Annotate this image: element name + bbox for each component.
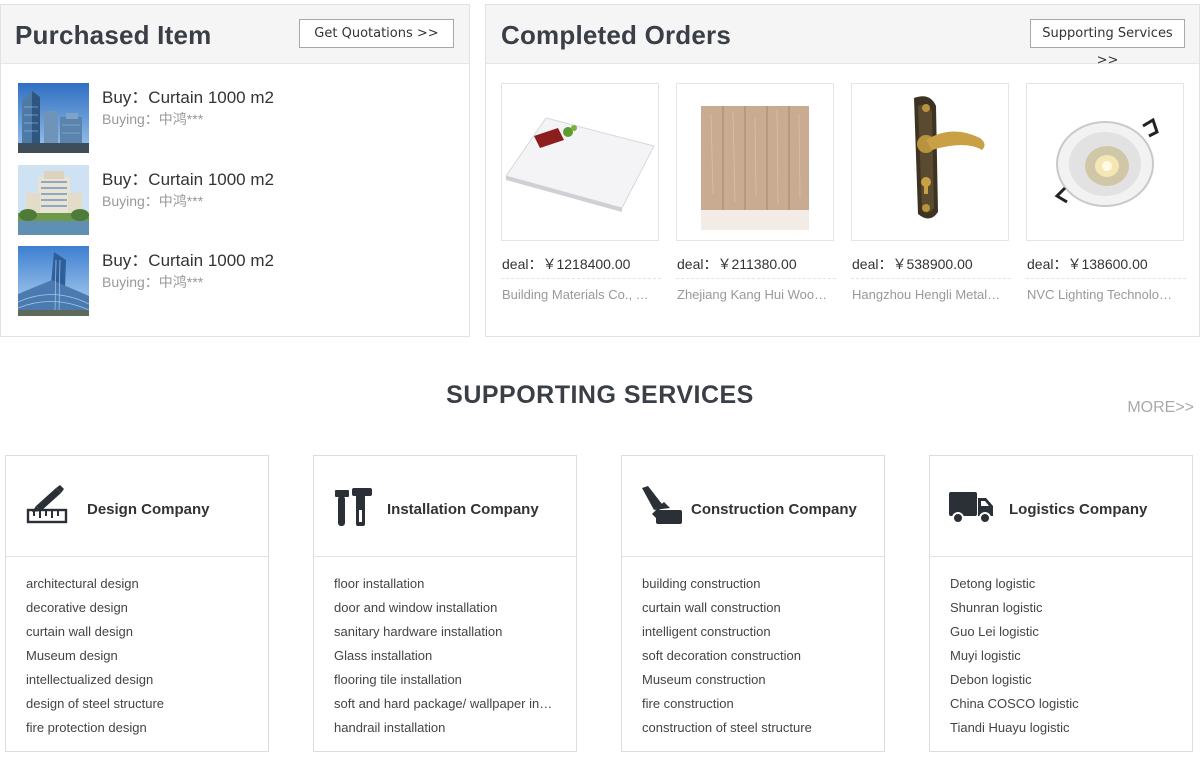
service-card-header[interactable]: Construction Company bbox=[622, 456, 884, 557]
wood-panel-product-image[interactable] bbox=[676, 83, 834, 241]
purchase-item-title[interactable]: Buy：Curtain 1000 m2 bbox=[102, 83, 274, 108]
purchase-item[interactable]: Buy：Curtain 1000 m2 Buying：中鸿*** bbox=[18, 165, 458, 235]
service-list-item[interactable]: decorative design bbox=[6, 596, 268, 620]
completed-orders-title: Completed Orders bbox=[501, 20, 732, 50]
service-card-installation: Installation Company floor installation … bbox=[313, 455, 577, 752]
purchase-item[interactable]: Buy：Curtain 1000 m2 Buying：中鸿*** bbox=[18, 83, 458, 153]
service-list-item[interactable]: Debon logistic bbox=[930, 668, 1192, 692]
service-card-header[interactable]: Installation Company bbox=[314, 456, 576, 557]
purchase-item[interactable]: Buy：Curtain 1000 m2 Buying：中鸿*** bbox=[18, 246, 458, 316]
service-list-item[interactable]: floor installation bbox=[314, 572, 576, 596]
service-card-title: Installation Company bbox=[387, 501, 539, 518]
more-link[interactable]: MORE>> bbox=[1127, 399, 1194, 417]
service-card-header[interactable]: Design Company bbox=[6, 456, 268, 557]
service-list-item[interactable]: China COSCO logistic bbox=[930, 692, 1192, 716]
glass-building-thumbnail bbox=[18, 246, 89, 316]
order-card[interactable]: deal：￥538900.00 Hangzhou Hengli Metal Pr… bbox=[851, 83, 1011, 302]
order-deal-amount: deal：￥211380.00 bbox=[676, 252, 836, 279]
service-list-item[interactable]: door and window installation bbox=[314, 596, 576, 620]
service-card-design: Design Company architectural design deco… bbox=[5, 455, 269, 752]
order-deal-amount: deal：￥538900.00 bbox=[851, 252, 1011, 279]
service-list-item[interactable]: Detong logistic bbox=[930, 572, 1192, 596]
ruler-pencil-icon bbox=[26, 484, 70, 528]
purchased-item-title: Purchased Item bbox=[15, 20, 212, 50]
service-card-title: Construction Company bbox=[691, 501, 857, 518]
order-card[interactable]: deal：￥211380.00 Zhejiang Kang Hui Wood C… bbox=[676, 83, 836, 302]
service-card-logistics: Logistics Company Detong logistic Shunra… bbox=[929, 455, 1193, 752]
service-list-item[interactable]: curtain wall design bbox=[6, 620, 268, 644]
service-list-item[interactable]: Muyi logistic bbox=[930, 644, 1192, 668]
service-list-item[interactable]: intellectualized design bbox=[6, 668, 268, 692]
service-card-title: Logistics Company bbox=[1009, 501, 1148, 518]
tools-icon bbox=[332, 484, 376, 528]
service-list-item[interactable]: Museum design bbox=[6, 644, 268, 668]
service-list-item[interactable]: Shunran logistic bbox=[930, 596, 1192, 620]
service-list-item[interactable]: design of steel structure bbox=[6, 692, 268, 716]
truck-icon bbox=[948, 484, 993, 528]
service-list-item[interactable]: Museum construction bbox=[622, 668, 884, 692]
tile-product-image[interactable] bbox=[501, 83, 659, 241]
service-list-item[interactable]: architectural design bbox=[6, 572, 268, 596]
purchase-item-title[interactable]: Buy：Curtain 1000 m2 bbox=[102, 165, 274, 190]
purchase-item-buyer: Buying：中鸿*** bbox=[102, 111, 204, 127]
service-list-item[interactable]: curtain wall construction bbox=[622, 596, 884, 620]
completed-orders-panel: Completed Orders Supporting Services >> … bbox=[485, 4, 1200, 337]
order-deal-amount: deal：￥138600.00 bbox=[1026, 252, 1186, 279]
completed-orders-header: Completed Orders Supporting Services >> bbox=[486, 5, 1199, 68]
get-quotations-button[interactable]: Get Quotations >> bbox=[299, 19, 454, 48]
service-list-item[interactable]: handrail installation bbox=[314, 716, 576, 740]
service-list: floor installation door and window insta… bbox=[314, 557, 576, 740]
service-list-item[interactable]: intelligent construction bbox=[622, 620, 884, 644]
service-list-item[interactable]: flooring tile installation bbox=[314, 668, 576, 692]
supporting-services-title: SUPPORTING SERVICES bbox=[446, 381, 754, 409]
order-card[interactable]: deal：￥138600.00 NVC Lighting Technology … bbox=[1026, 83, 1186, 302]
purchased-item-panel: Purchased Item Get Quotations >> Buy：Cur… bbox=[0, 4, 470, 337]
service-list-item[interactable]: Glass installation bbox=[314, 644, 576, 668]
service-list-item[interactable]: fire construction bbox=[622, 692, 884, 716]
purchased-item-header: Purchased Item Get Quotations >> bbox=[1, 5, 469, 64]
service-list-item[interactable]: construction of steel structure bbox=[622, 716, 884, 740]
service-list-item[interactable]: sanitary hardware installation bbox=[314, 620, 576, 644]
order-company[interactable]: Building Materials Co., Ltd. bbox=[501, 287, 653, 302]
service-list-item[interactable]: Guo Lei logistic bbox=[930, 620, 1192, 644]
order-company[interactable]: NVC Lighting Technology Co., Ltd. bbox=[1026, 287, 1178, 302]
trowel-icon bbox=[640, 484, 684, 528]
service-list-item[interactable]: soft decoration construction bbox=[622, 644, 884, 668]
service-card-title: Design Company bbox=[87, 501, 210, 518]
downlight-product-image[interactable] bbox=[1026, 83, 1184, 241]
service-card-header[interactable]: Logistics Company bbox=[930, 456, 1192, 557]
order-card[interactable]: deal：￥1218400.00 Building Materials Co.,… bbox=[501, 83, 661, 302]
purchase-item-buyer: Buying：中鸿*** bbox=[102, 274, 204, 290]
service-list-item[interactable]: soft and hard package/ wallpaper install… bbox=[314, 692, 576, 716]
order-company[interactable]: Hangzhou Hengli Metal Products bbox=[851, 287, 1003, 302]
service-list-item[interactable]: Tiandi Huayu logistic bbox=[930, 716, 1192, 740]
order-deal-amount: deal：￥1218400.00 bbox=[501, 252, 661, 279]
purchase-item-title[interactable]: Buy：Curtain 1000 m2 bbox=[102, 246, 274, 271]
service-list: architectural design decorative design c… bbox=[6, 557, 268, 740]
order-company[interactable]: Zhejiang Kang Hui Wood Co., Ltd. bbox=[676, 287, 828, 302]
service-list: building construction curtain wall const… bbox=[622, 557, 884, 740]
service-list-item[interactable]: building construction bbox=[622, 572, 884, 596]
door-handle-product-image[interactable] bbox=[851, 83, 1009, 241]
purchase-item-buyer: Buying：中鸿*** bbox=[102, 193, 204, 209]
service-card-construction: Construction Company building constructi… bbox=[621, 455, 885, 752]
hotel-thumbnail bbox=[18, 165, 89, 235]
building-thumbnail bbox=[18, 83, 89, 153]
service-list: Detong logistic Shunran logistic Guo Lei… bbox=[930, 557, 1192, 740]
service-list-item[interactable]: fire protection design bbox=[6, 716, 268, 740]
supporting-services-button[interactable]: Supporting Services >> bbox=[1030, 19, 1185, 68]
